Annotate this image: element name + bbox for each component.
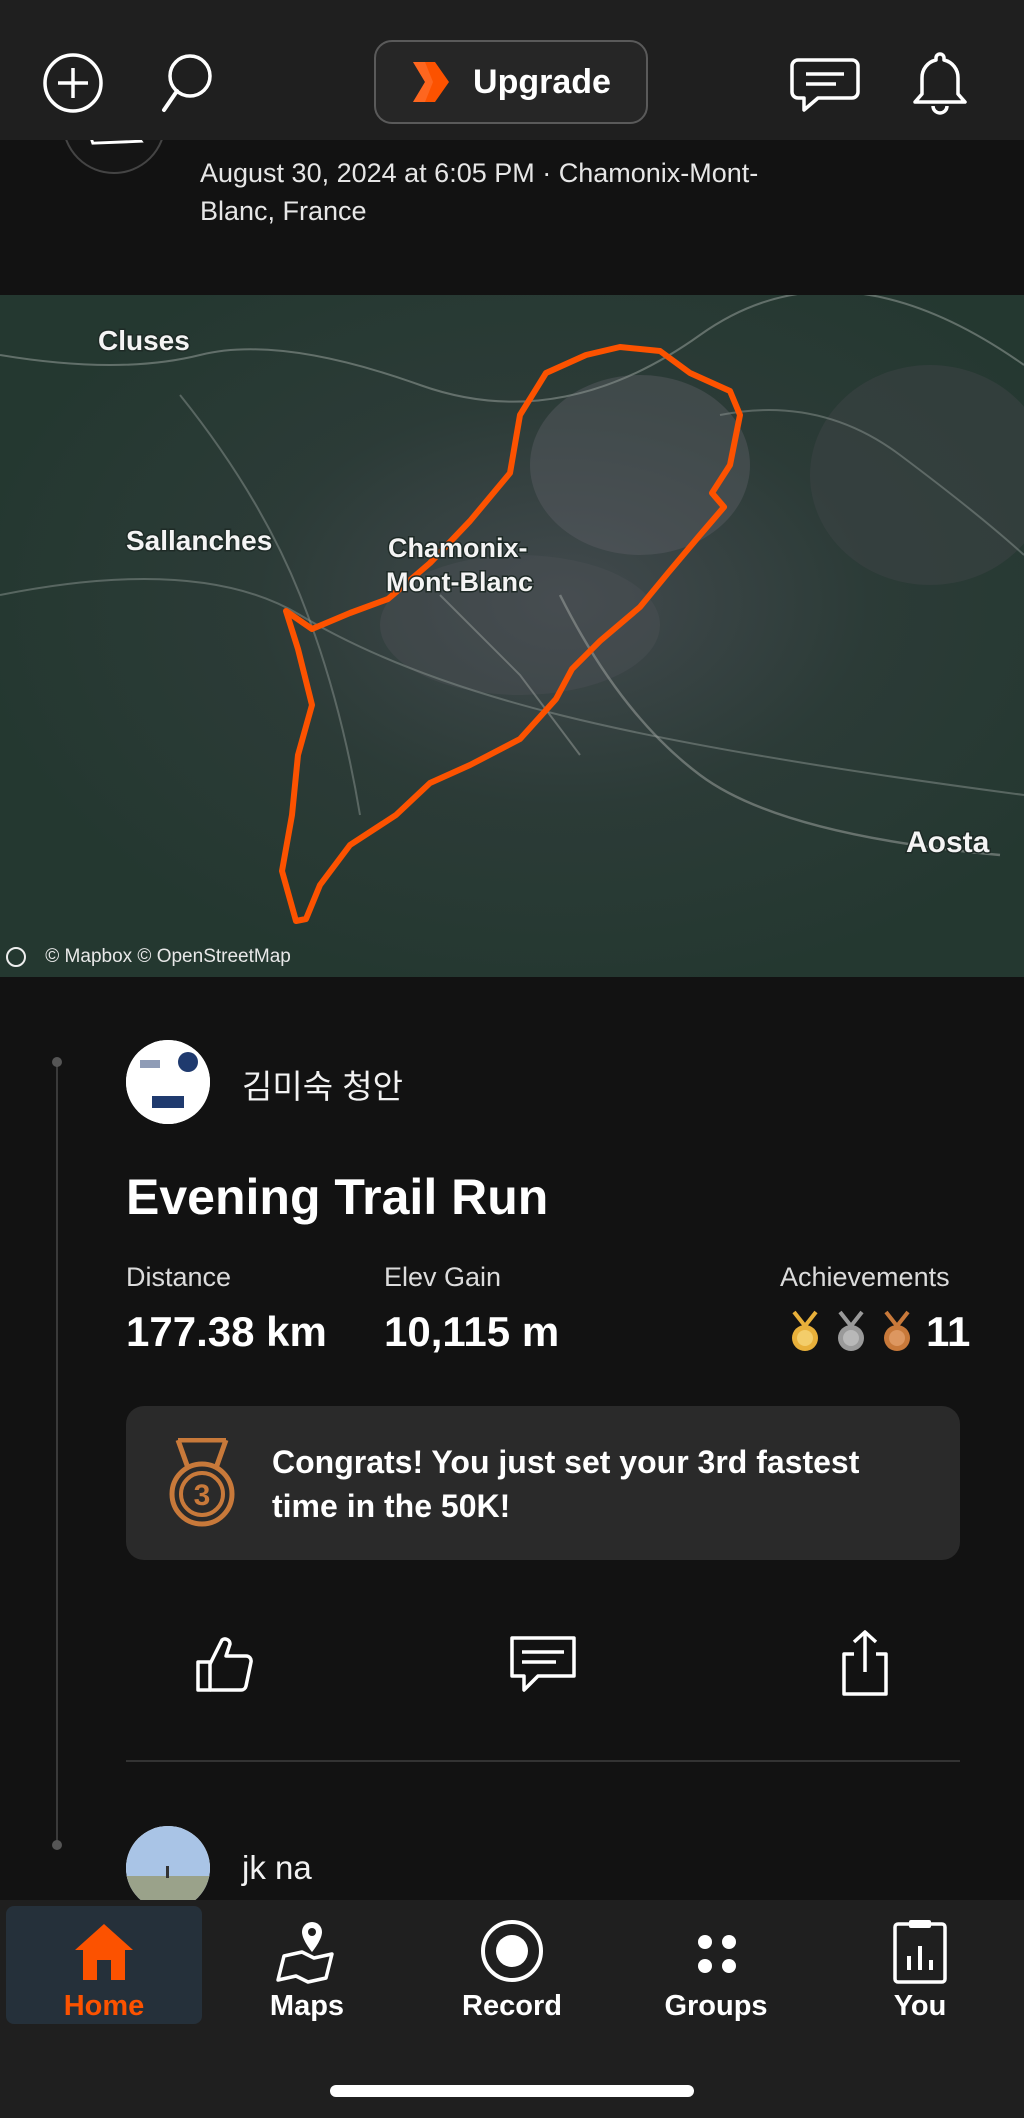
map-attribution: © Mapbox © OpenStreetMap (6, 946, 291, 968)
nav-groups[interactable]: Groups (618, 1906, 814, 2024)
map-label-cluses: Cluses (98, 325, 190, 356)
bronze-medal-icon (884, 1310, 910, 1351)
upgrade-button[interactable]: Upgrade (374, 40, 648, 124)
share-icon[interactable] (830, 1628, 900, 1698)
nav-record-label: Record (462, 1990, 562, 2022)
map-label-chamonix-2: Mont-Blanc (386, 567, 533, 597)
upgrade-label: Upgrade (473, 62, 611, 101)
stat-achievements-value: 11 (926, 1308, 971, 1355)
comment-icon[interactable] (508, 1628, 578, 1698)
bell-icon[interactable] (905, 48, 975, 118)
stat-distance-value: 177.38 km (126, 1308, 327, 1355)
bronze-medal-icon: 3 (169, 1438, 235, 1527)
activity-route-map[interactable]: Cluses Sallanches Chamonix- Mont-Blanc A… (0, 295, 1024, 977)
nav-you-label: You (893, 1990, 947, 2022)
map-label-sallanches: Sallanches (126, 525, 272, 556)
achievement-text: Congrats! You just set your 3rd fastest … (272, 1444, 860, 1524)
stat-achievements-label: Achievements (780, 1262, 950, 1292)
mapbox-logo-icon (6, 946, 26, 967)
plus-circle-icon[interactable] (38, 48, 108, 118)
nav-home[interactable]: Home (6, 1906, 202, 2024)
timeline-dot (52, 1840, 62, 1850)
gold-medal-icon (792, 1310, 818, 1351)
home-icon (75, 1924, 133, 1980)
chat-icon[interactable] (790, 48, 860, 118)
kudos-icon[interactable] (190, 1628, 260, 1698)
upgrade-chevron-icon (413, 62, 450, 102)
nav-maps-label: Maps (269, 1990, 345, 2022)
svg-text:3: 3 (194, 1479, 211, 1512)
card-divider (126, 1760, 960, 1762)
groups-icon (698, 1935, 736, 1973)
stat-elev-value: 10,115 m (384, 1308, 560, 1355)
map-label-aosta: Aosta (906, 826, 990, 859)
record-icon (481, 1920, 543, 1982)
maps-icon (276, 1922, 334, 1984)
nav-home-label: Home (63, 1990, 145, 2022)
next-athlete-avatar[interactable] (126, 1826, 210, 1910)
search-icon[interactable] (150, 48, 220, 118)
stat-elev-label: Elev Gain (384, 1262, 502, 1292)
nav-groups-label: Groups (664, 1990, 768, 2022)
map-attribution-text: © Mapbox © OpenStreetMap (45, 946, 291, 967)
athlete-name[interactable]: 김미숙 청안 (242, 1060, 403, 1108)
nav-maps[interactable]: Maps (209, 1906, 405, 2024)
athlete-avatar[interactable] (126, 1040, 210, 1124)
timeline-line (56, 1062, 58, 1845)
activity-datetime-location: August 30, 2024 at 6:05 PM · Chamonix-Mo… (200, 158, 759, 226)
nav-record[interactable]: Record (414, 1906, 610, 2024)
map-label-chamonix-1: Chamonix- (388, 533, 528, 563)
stat-distance-label: Distance (126, 1262, 232, 1292)
timeline-dot (52, 1057, 62, 1067)
silver-medal-icon (838, 1310, 864, 1351)
activity-title[interactable]: Evening Trail Run (126, 1168, 548, 1226)
top-bar: Upgrade (0, 0, 1024, 140)
nav-you[interactable]: You (822, 1906, 1018, 2024)
you-icon (893, 1920, 947, 1984)
achievement-banner[interactable]: 3 Congrats! You just set your 3rd fastes… (126, 1406, 960, 1560)
home-indicator (330, 2085, 694, 2097)
achievement-medals: 11 (786, 1310, 970, 1354)
next-athlete-name[interactable]: jk na (242, 1849, 312, 1887)
